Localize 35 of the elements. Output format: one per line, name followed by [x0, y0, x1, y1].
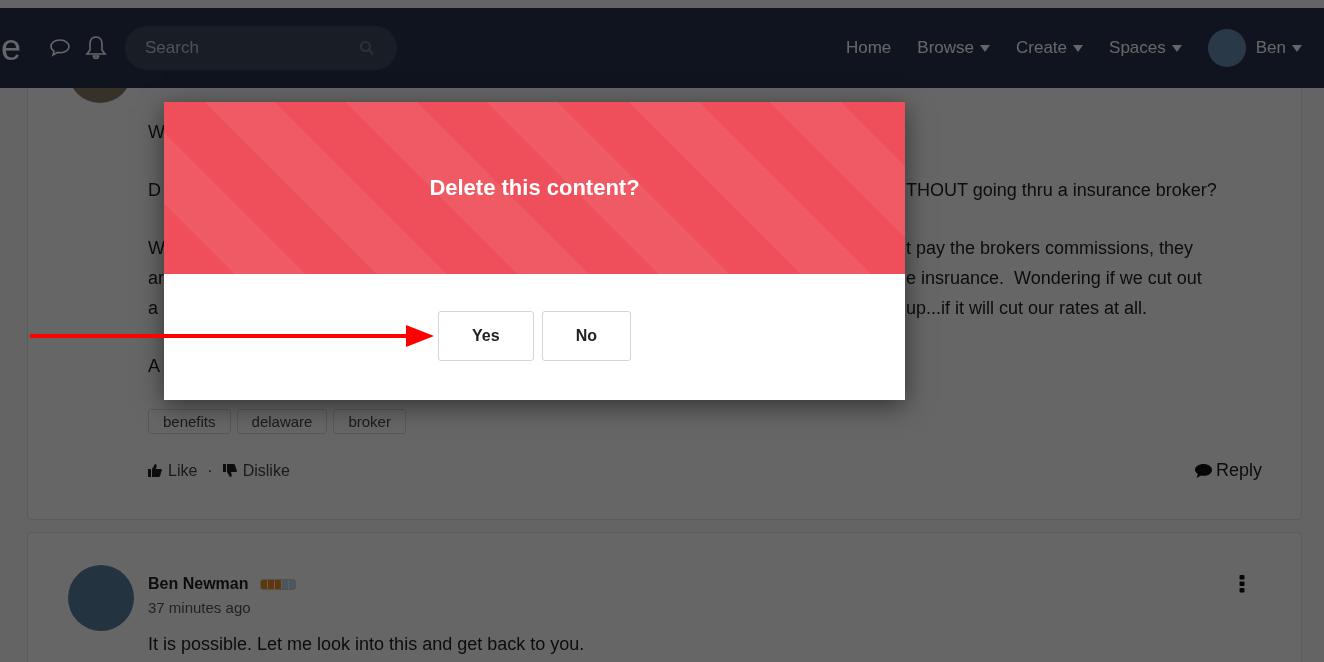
tag[interactable]: broker [333, 409, 406, 434]
post-text-fragment: W [148, 121, 165, 144]
thumbs-down-icon [222, 464, 237, 477]
post-text-fragment: A [148, 355, 160, 378]
user-menu[interactable]: Ben [1255, 38, 1302, 58]
comment-text: It is possible. Let me look into this and get back to you. [148, 634, 586, 655]
nav-link[interactable]: Create [1016, 38, 1084, 58]
dialog-button[interactable]: Yes [438, 311, 534, 361]
logo-fragment[interactable]: e [1, 30, 22, 66]
post-text-fragment: D [148, 179, 161, 202]
author-name[interactable]: Ben Newman [148, 575, 249, 593]
nav-link[interactable]: Home [845, 38, 892, 58]
post-text-fragment: THOUT going thru a insurance broker? [906, 179, 1217, 202]
post-text-fragment: e insruance. Wondering if we cut out [906, 267, 1202, 290]
bell-icon[interactable] [85, 35, 108, 61]
thumbs-up-icon [148, 464, 162, 477]
post-text-fragment: ar [148, 267, 164, 290]
tag[interactable]: delaware [236, 409, 328, 434]
dialog-button[interactable]: No [541, 311, 631, 361]
tag[interactable]: benefits [148, 409, 231, 434]
chat-bubble-icon[interactable] [49, 38, 72, 58]
dialog-title: Delete this content? [429, 175, 640, 201]
post-text-fragment: t pay the brokers commissions, they [906, 237, 1194, 260]
like-link[interactable]: Like [168, 461, 198, 480]
nav-link[interactable]: Browse [917, 38, 990, 58]
post-text-fragment: W [148, 237, 165, 260]
separator-dot: · [207, 461, 213, 480]
post-text-fragment: up...if it will cut our rates at all. [906, 297, 1148, 320]
reply-button[interactable]: Reply [1194, 460, 1262, 481]
speech-bubble-icon [1194, 463, 1212, 478]
dislike-link[interactable]: Dislike [242, 461, 290, 480]
more-options-icon[interactable] [1239, 575, 1245, 593]
timestamp: 37 minutes ago [148, 599, 252, 616]
post-text-fragment: a [148, 297, 158, 320]
nav-link[interactable]: Spaces [1109, 38, 1182, 58]
